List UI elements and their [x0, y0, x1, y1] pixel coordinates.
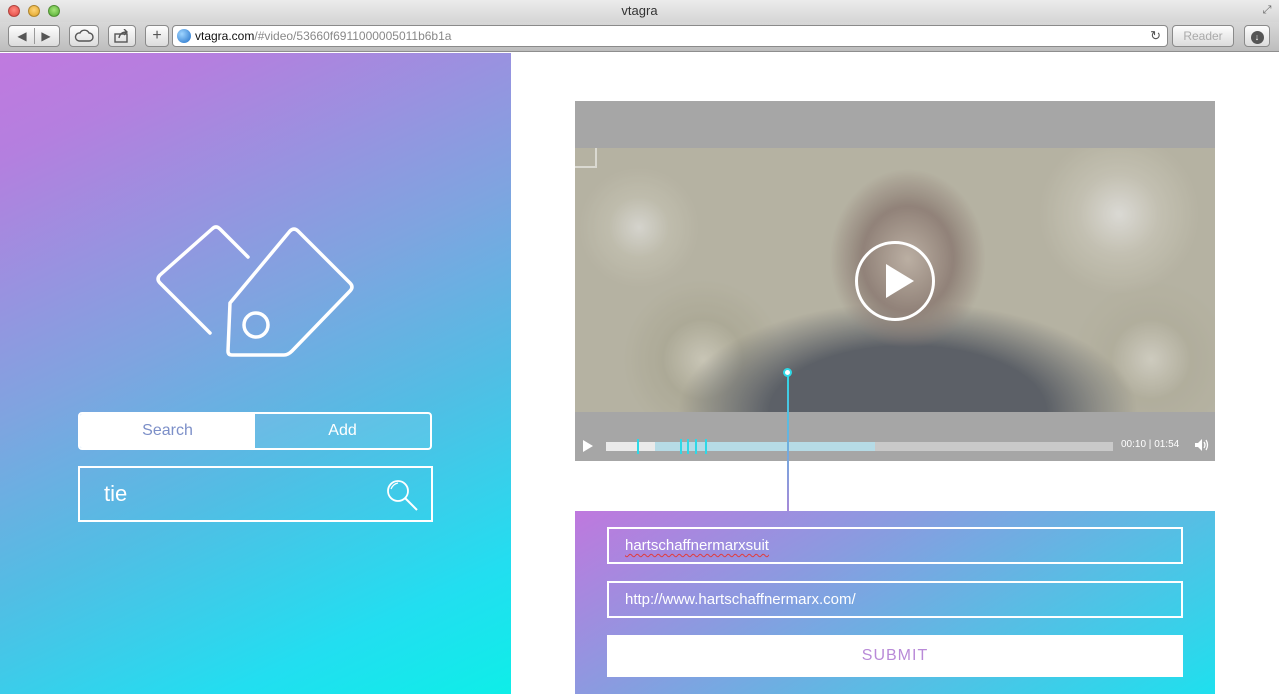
control-play-icon[interactable]	[583, 440, 593, 452]
downloads-button[interactable]: ↓	[1244, 25, 1270, 47]
progress-bar[interactable]	[606, 439, 1113, 454]
volume-icon[interactable]	[1194, 438, 1210, 452]
page: Search Add tie 00:10 | 01:54 hartschaffn…	[0, 53, 1279, 694]
time-separator: |	[1146, 439, 1155, 450]
window-titlebar: vtagra ⤢	[0, 0, 1279, 22]
reader-button[interactable]: Reader	[1172, 25, 1234, 47]
mode-tabs: Search Add	[78, 412, 432, 450]
search-icon[interactable]	[385, 478, 419, 512]
window-title: vtagra	[621, 3, 658, 18]
tag-url-input[interactable]: http://www.hartschaffnermarx.com/	[607, 581, 1183, 618]
video-controls: 00:10 | 01:54	[575, 428, 1215, 461]
progress-played	[606, 442, 655, 451]
tag-marker[interactable]	[694, 439, 697, 454]
time-readout: 00:10 | 01:54	[1121, 428, 1179, 461]
cloud-icon	[74, 29, 94, 42]
tag-form: hartschaffnermarxsuit http://www.hartsch…	[575, 511, 1215, 694]
tag-url-value: http://www.hartschaffnermarx.com/	[625, 591, 856, 608]
browser-toolbar: ◀ ▶ + vtagra.com/#video/53660f69110000050…	[0, 22, 1279, 52]
reload-icon[interactable]: ↻	[1150, 26, 1161, 46]
share-button[interactable]	[108, 25, 136, 47]
tags-logo-icon	[156, 225, 354, 357]
tag-marker[interactable]	[679, 439, 682, 454]
video-corner-marker	[575, 148, 597, 168]
tab-add[interactable]: Add	[255, 414, 430, 448]
submit-button[interactable]: SUBMIT	[607, 635, 1183, 677]
download-icon: ↓	[1250, 31, 1264, 44]
tag-name-input[interactable]: hartschaffnermarxsuit	[607, 527, 1183, 564]
fullscreen-icon[interactable]: ⤢	[1261, 4, 1273, 16]
url-host: vtagra.com	[195, 29, 255, 43]
share-icon	[114, 28, 128, 43]
play-button[interactable]	[855, 241, 935, 321]
close-window-button[interactable]	[8, 5, 20, 17]
time-current: 00:10	[1121, 439, 1147, 450]
video-letterbox	[575, 412, 1215, 428]
back-forward-buttons: ◀ ▶	[8, 25, 60, 47]
search-input[interactable]: tie	[78, 466, 433, 522]
tag-pin-marker[interactable]	[783, 368, 792, 377]
back-button[interactable]: ◀	[10, 26, 34, 46]
search-input-value: tie	[104, 481, 128, 506]
tab-search[interactable]: Search	[80, 414, 255, 448]
icloud-tabs-button[interactable]	[69, 25, 99, 47]
zoom-window-button[interactable]	[48, 5, 60, 17]
new-tab-button[interactable]: +	[145, 25, 169, 47]
tag-marker[interactable]	[637, 439, 640, 454]
globe-icon	[177, 29, 191, 43]
time-total: 01:54	[1154, 439, 1180, 450]
minimize-window-button[interactable]	[28, 5, 40, 17]
tag-marker[interactable]	[704, 439, 707, 454]
sidebar-panel: Search Add tie	[0, 53, 511, 694]
tag-name-value: hartschaffnermarxsuit	[625, 537, 769, 554]
divider	[34, 28, 35, 44]
forward-button[interactable]: ▶	[34, 26, 58, 46]
url-path: /#video/53660f6911000005011b6b1a	[254, 29, 452, 43]
address-bar[interactable]: vtagra.com/#video/53660f6911000005011b6b…	[172, 25, 1168, 47]
tag-connector-line	[787, 373, 789, 511]
tag-marker[interactable]	[687, 439, 690, 454]
video-player[interactable]: 00:10 | 01:54	[575, 101, 1215, 461]
play-icon	[886, 264, 914, 298]
